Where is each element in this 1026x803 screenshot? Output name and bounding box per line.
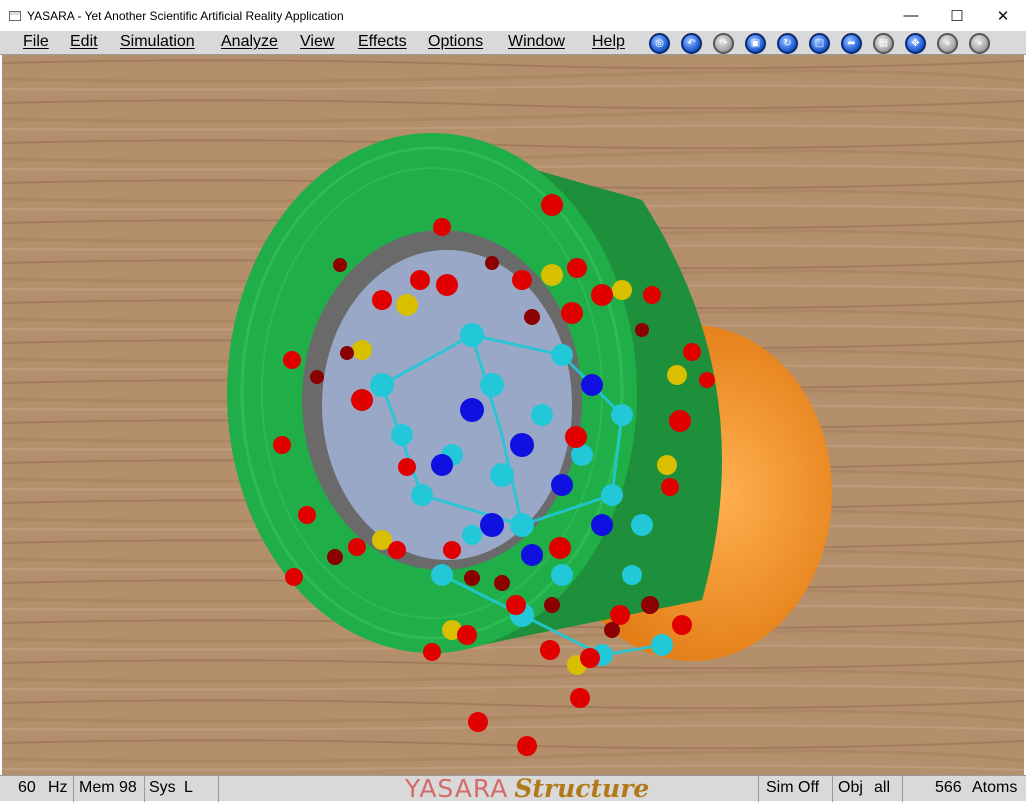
menu-effects[interactable]: Effects — [358, 33, 407, 51]
rewind-icon[interactable]: « — [937, 33, 958, 54]
menu-edit[interactable]: Edit — [70, 33, 98, 51]
window-controls: — ☐ ✕ — [888, 0, 1026, 31]
menu-window[interactable]: Window — [508, 33, 565, 51]
rotate-icon[interactable]: ↻ — [777, 33, 798, 54]
menu-file[interactable]: File — [23, 33, 49, 51]
menu-view[interactable]: View — [300, 33, 334, 51]
menu-analyze[interactable]: Analyze — [221, 33, 278, 51]
minimize-button[interactable]: — — [888, 0, 934, 31]
ar-scene — [2, 55, 1024, 775]
fast-forward-icon[interactable]: » — [969, 33, 990, 54]
obj-label: Obj — [838, 779, 863, 796]
mem-label: Mem — [79, 779, 115, 796]
yasara-structure-logo: YASARA Structure — [405, 774, 649, 803]
undo-icon[interactable]: ↶ — [681, 33, 702, 54]
menu-simulation[interactable]: Simulation — [120, 33, 195, 51]
menu-help[interactable]: Help — [592, 33, 625, 51]
window-title: YASARA - Yet Another Scientific Artifici… — [27, 8, 344, 23]
mem-value: 98 — [119, 779, 137, 796]
atoms-label: Atoms — [972, 779, 1018, 796]
new-scene-icon[interactable]: □ — [809, 33, 830, 54]
atoms-count: 566 — [935, 779, 962, 796]
title-bar: YASARA - Yet Another Scientific Artifici… — [0, 0, 1026, 31]
close-button[interactable]: ✕ — [980, 0, 1026, 31]
menu-bar: File Edit Simulation Analyze View Effect… — [0, 31, 1026, 55]
logo-yasara: YASARA — [405, 774, 509, 803]
select-icon[interactable]: ▣ — [745, 33, 766, 54]
app-icon — [9, 10, 21, 21]
sim-state[interactable]: Sim Off — [766, 779, 819, 797]
center-icon[interactable]: ◎ — [649, 33, 670, 54]
fps-value: 60 — [18, 779, 36, 796]
sys-value: L — [184, 779, 193, 796]
menu-options[interactable]: Options — [428, 33, 483, 51]
move-icon[interactable]: ✥ — [905, 33, 926, 54]
save-icon[interactable]: ▤ — [873, 33, 894, 54]
status-bar: 60 Hz Mem 98 Sys L YASARA Structure Sim O… — [0, 774, 1026, 803]
sys-label: Sys — [149, 779, 176, 796]
3d-viewport[interactable] — [2, 55, 1024, 775]
redo-icon[interactable]: ↷ — [713, 33, 734, 54]
open-icon[interactable]: ➦ — [841, 33, 862, 54]
fps-unit: Hz — [48, 779, 68, 796]
logo-structure: Structure — [514, 774, 650, 803]
maximize-button[interactable]: ☐ — [934, 0, 980, 31]
obj-value[interactable]: all — [874, 779, 890, 797]
